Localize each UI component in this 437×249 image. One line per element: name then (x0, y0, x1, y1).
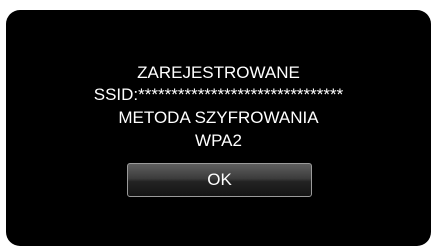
ssid-text: SSID:******************************* (93, 85, 344, 104)
registered-status-text: ZAREJESTROWANE (137, 63, 300, 82)
page-frame: ZAREJESTROWANE SSID:********************… (0, 0, 437, 249)
encryption-method-value: WPA2 (195, 131, 242, 150)
camera-screen: ZAREJESTROWANE SSID:********************… (6, 10, 431, 246)
ok-button[interactable]: OK (127, 163, 312, 197)
encryption-method-label: METODA SZYFROWANIA (118, 108, 319, 127)
